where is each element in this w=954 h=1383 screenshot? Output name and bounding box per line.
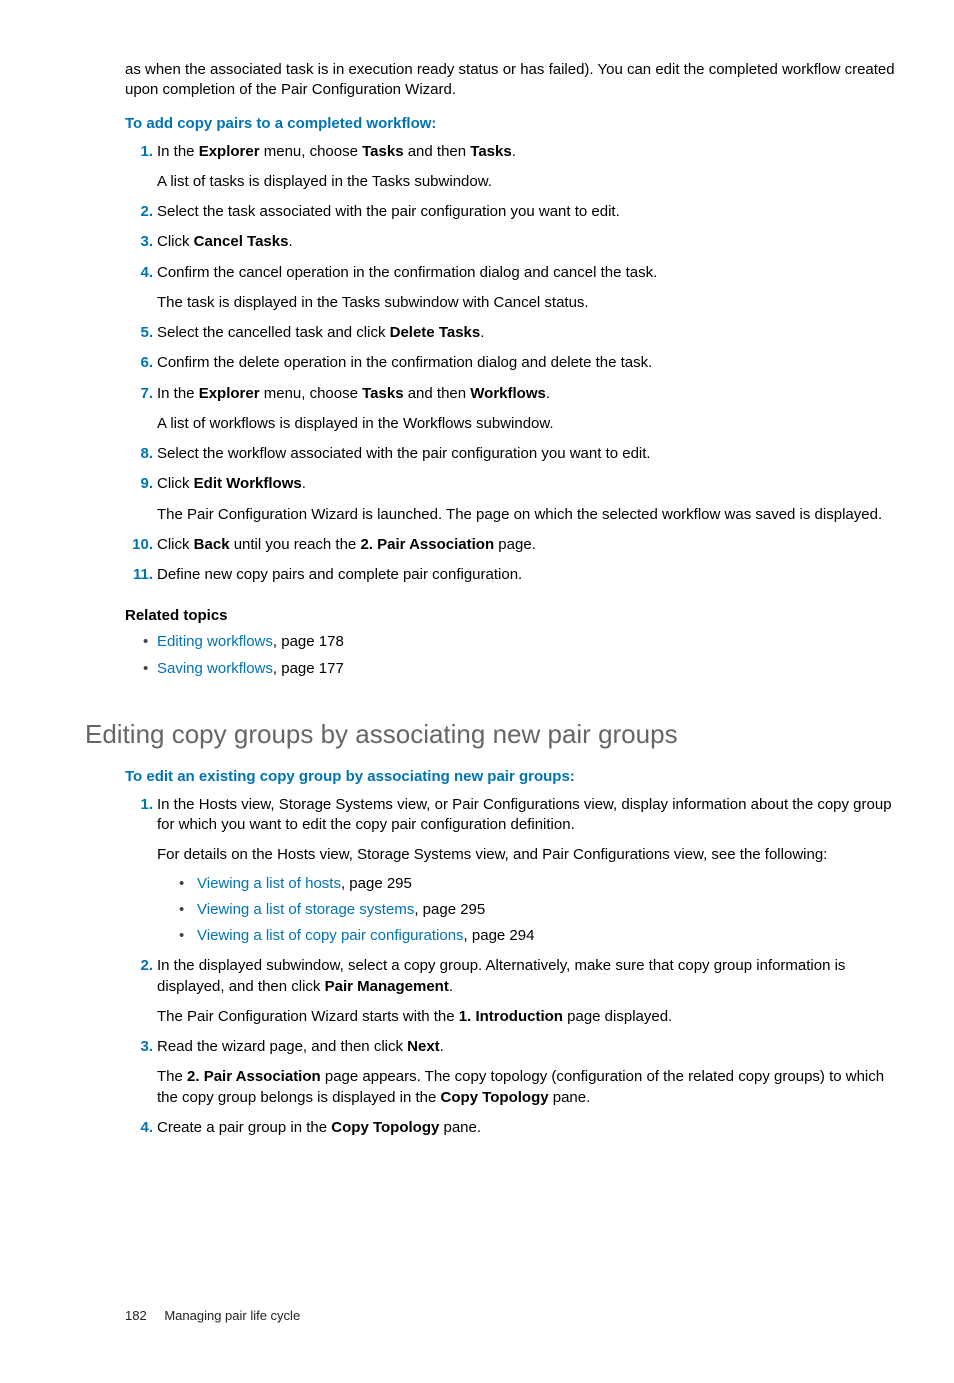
footer-title: Managing pair life cycle xyxy=(164,1308,300,1323)
inline-link[interactable]: Viewing a list of copy pair configuratio… xyxy=(197,927,464,944)
step-number: 6. xyxy=(125,353,153,373)
step: 1. In the Explorer menu, choose Tasks an… xyxy=(125,142,900,193)
link-rest: , page 295 xyxy=(341,875,412,892)
step-text: Click Back until you reach the 2. Pair A… xyxy=(157,536,536,553)
inline-link[interactable]: Viewing a list of storage systems xyxy=(197,901,414,918)
related-item: Saving workflows, page 177 xyxy=(125,659,900,679)
step-number: 4. xyxy=(125,263,153,283)
procedure-list-2: 1. In the Hosts view, Storage Systems vi… xyxy=(125,795,900,1138)
step-text: In the Explorer menu, choose Tasks and t… xyxy=(157,143,516,160)
step: 4. Confirm the cancel operation in the c… xyxy=(125,263,900,314)
step: 2. In the displayed subwindow, select a … xyxy=(125,956,900,1027)
step-number: 1. xyxy=(125,142,153,162)
step: 7. In the Explorer menu, choose Tasks an… xyxy=(125,384,900,435)
step-subtext: The task is displayed in the Tasks subwi… xyxy=(157,293,900,313)
step-number: 4. xyxy=(125,1118,153,1138)
procedure-heading-1: To add copy pairs to a completed workflo… xyxy=(125,115,900,132)
sub-link-list: Viewing a list of hosts, page 295 Viewin… xyxy=(179,874,900,947)
step-number: 3. xyxy=(125,1037,153,1057)
step-text: In the Hosts view, Storage Systems view,… xyxy=(157,796,892,833)
step: 10. Click Back until you reach the 2. Pa… xyxy=(125,535,900,555)
step-number: 8. xyxy=(125,444,153,464)
step-text: Select the task associated with the pair… xyxy=(157,203,620,220)
step: 1. In the Hosts view, Storage Systems vi… xyxy=(125,795,900,947)
list-item: Viewing a list of storage systems, page … xyxy=(179,900,900,920)
step-text: Confirm the delete operation in the conf… xyxy=(157,354,652,371)
step: 3. Click Cancel Tasks. xyxy=(125,232,900,252)
step-text: Create a pair group in the Copy Topology… xyxy=(157,1119,481,1136)
step-number: 2. xyxy=(125,956,153,976)
procedure-heading-2: To edit an existing copy group by associ… xyxy=(125,768,900,785)
step-text: Select the workflow associated with the … xyxy=(157,445,651,462)
step-number: 10. xyxy=(125,535,153,555)
list-item: Viewing a list of copy pair configuratio… xyxy=(179,926,900,946)
step-subtext: The Pair Configuration Wizard starts wit… xyxy=(157,1007,900,1027)
step-number: 1. xyxy=(125,795,153,815)
inline-link[interactable]: Viewing a list of hosts xyxy=(197,875,341,892)
step-subtext: The 2. Pair Association page appears. Th… xyxy=(157,1067,900,1108)
step: 11. Define new copy pairs and complete p… xyxy=(125,565,900,585)
step-text: In the displayed subwindow, select a cop… xyxy=(157,957,845,994)
step-subtext: The Pair Configuration Wizard is launche… xyxy=(157,505,900,525)
link-rest: , page 295 xyxy=(414,901,485,918)
page-number: 182 xyxy=(125,1308,147,1323)
related-topics-list: Editing workflows, page 178 Saving workf… xyxy=(125,632,900,679)
link-rest: , page 294 xyxy=(464,927,535,944)
related-rest: , page 178 xyxy=(273,633,344,650)
step-text: Select the cancelled task and click Dele… xyxy=(157,324,484,341)
procedure-list-1: 1. In the Explorer menu, choose Tasks an… xyxy=(125,142,900,586)
step-number: 9. xyxy=(125,474,153,494)
step: 4. Create a pair group in the Copy Topol… xyxy=(125,1118,900,1138)
step-subtext: A list of workflows is displayed in the … xyxy=(157,414,900,434)
step: 5. Select the cancelled task and click D… xyxy=(125,323,900,343)
related-item: Editing workflows, page 178 xyxy=(125,632,900,652)
document-page: as when the associated task is in execut… xyxy=(0,0,954,1383)
related-link[interactable]: Editing workflows xyxy=(157,633,273,650)
step: 2. Select the task associated with the p… xyxy=(125,202,900,222)
related-link[interactable]: Saving workflows xyxy=(157,660,273,677)
page-footer: 182 Managing pair life cycle xyxy=(125,1308,900,1323)
step-text: Define new copy pairs and complete pair … xyxy=(157,566,522,583)
step: 8. Select the workflow associated with t… xyxy=(125,444,900,464)
step-text: Confirm the cancel operation in the conf… xyxy=(157,264,657,281)
step-text: In the Explorer menu, choose Tasks and t… xyxy=(157,385,550,402)
step: 3. Read the wizard page, and then click … xyxy=(125,1037,900,1108)
step-text: Click Edit Workflows. xyxy=(157,475,306,492)
step-text: Read the wizard page, and then click Nex… xyxy=(157,1038,444,1055)
section-heading: Editing copy groups by associating new p… xyxy=(85,719,900,750)
step: 6. Confirm the delete operation in the c… xyxy=(125,353,900,373)
step-number: 3. xyxy=(125,232,153,252)
step: 9. Click Edit Workflows. The Pair Config… xyxy=(125,474,900,525)
intro-paragraph: as when the associated task is in execut… xyxy=(125,60,900,101)
step-number: 7. xyxy=(125,384,153,404)
related-topics-heading: Related topics xyxy=(125,607,900,624)
step-number: 5. xyxy=(125,323,153,343)
step-number: 11. xyxy=(125,565,153,585)
step-subtext: For details on the Hosts view, Storage S… xyxy=(157,845,900,865)
step-subtext: A list of tasks is displayed in the Task… xyxy=(157,172,900,192)
list-item: Viewing a list of hosts, page 295 xyxy=(179,874,900,894)
step-text: Click Cancel Tasks. xyxy=(157,233,293,250)
step-number: 2. xyxy=(125,202,153,222)
related-rest: , page 177 xyxy=(273,660,344,677)
